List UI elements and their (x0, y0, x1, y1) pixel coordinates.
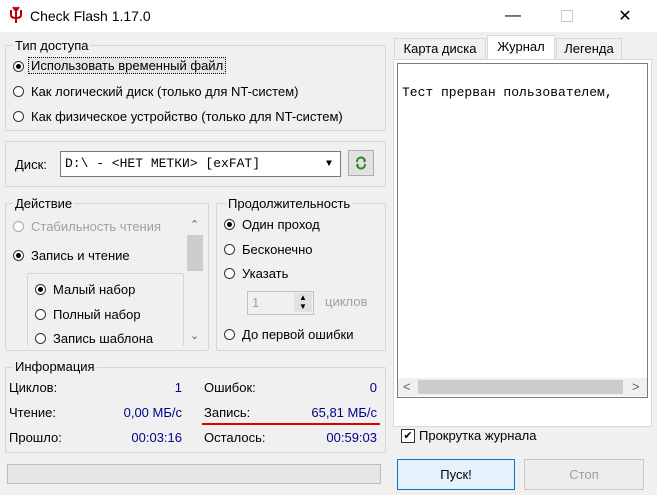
maximize-icon (561, 10, 573, 22)
radio-specify[interactable] (224, 268, 235, 279)
progress-bar (7, 464, 381, 484)
scroll-down-icon[interactable]: ⌄ (190, 329, 199, 342)
log-hscrollbar[interactable]: < > (398, 378, 647, 396)
radio-small-set-label[interactable]: Малый набор (53, 282, 135, 297)
elapsed-time: 00:03:16 (131, 430, 182, 445)
scroll-up-icon[interactable]: ⌃ (190, 218, 199, 231)
disk-select[interactable]: D:\ - <НЕТ МЕТКИ> [exFAT] ▼ (60, 151, 341, 177)
errors-count: 0 (369, 380, 377, 395)
disk-select-value: D:\ - <НЕТ МЕТКИ> [exFAT] (65, 156, 261, 171)
minimize-button[interactable]: — (490, 0, 536, 32)
radio-write-read[interactable] (13, 250, 24, 261)
log-text: Тест прерван пользователем, (402, 85, 613, 100)
action-title: Действие (13, 196, 75, 211)
remaining-label: Осталось: (204, 430, 266, 445)
refresh-button[interactable] (348, 150, 374, 176)
stepper-arrows-icon[interactable]: ▲ ▼ (294, 293, 312, 312)
radio-full-set[interactable] (35, 309, 46, 320)
read-label: Чтение: (9, 405, 56, 420)
radio-infinite[interactable] (224, 244, 235, 255)
radio-until-error-label[interactable]: До первой ошибки (242, 327, 353, 342)
close-button[interactable]: ✕ (602, 0, 648, 32)
radio-one-pass[interactable] (224, 219, 235, 230)
stop-button[interactable]: Стоп (524, 459, 644, 490)
window-title: Check Flash 1.17.0 (30, 8, 151, 24)
chevron-down-icon[interactable]: ▼ (319, 152, 339, 176)
access-type-title: Тип доступа (13, 38, 91, 53)
autoscroll-label[interactable]: Прокрутка журнала (419, 428, 537, 443)
scroll-right-icon[interactable]: > (632, 379, 640, 394)
tab-legend[interactable]: Легенда (556, 38, 622, 59)
radio-small-set[interactable] (35, 284, 46, 295)
radio-temp-file[interactable] (13, 61, 24, 72)
scroll-left-icon[interactable]: < (403, 379, 411, 394)
hscrollbar-thumb[interactable] (418, 380, 623, 394)
radio-physical-device[interactable] (13, 111, 24, 122)
cycles-label: Циклов: (9, 380, 58, 395)
autoscroll-checkbox[interactable]: ✔ (401, 429, 415, 443)
radio-write-read-label[interactable]: Запись и чтение (31, 248, 130, 263)
radio-one-pass-label[interactable]: Один проход (242, 217, 320, 232)
start-button[interactable]: Пуск! (397, 459, 515, 490)
close-icon: ✕ (618, 8, 632, 25)
log-textarea[interactable]: Тест прерван пользователем, < > (397, 63, 648, 398)
cycles-count: 1 (174, 380, 182, 395)
write-speed: 65,81 МБ/с (311, 405, 377, 420)
write-speed-underline (202, 423, 380, 425)
radio-read-stability[interactable] (13, 221, 24, 232)
cycles-value: 1 (252, 295, 260, 310)
radio-infinite-label[interactable]: Бесконечно (242, 242, 312, 257)
tab-log[interactable]: Журнал (487, 35, 555, 60)
write-label: Запись: (204, 405, 251, 420)
cycles-stepper[interactable]: 1 ▲ ▼ (247, 291, 314, 315)
radio-logical-disk-label[interactable]: Как логический диск (только для NT-систе… (31, 84, 298, 99)
radio-until-error[interactable] (224, 329, 235, 340)
maximize-button[interactable] (544, 0, 590, 32)
radio-logical-disk[interactable] (13, 86, 24, 97)
radio-physical-device-label[interactable]: Как физическое устройство (только для NT… (31, 109, 343, 124)
duration-title: Продолжительность (226, 196, 353, 211)
errors-label: Ошибок: (204, 380, 256, 395)
refresh-icon (356, 156, 366, 170)
radio-specify-label[interactable]: Указать (242, 266, 288, 281)
minimize-icon: — (505, 7, 521, 24)
radio-write-pattern-label[interactable]: Запись шаблона (53, 331, 153, 346)
radio-full-set-label[interactable]: Полный набор (53, 307, 141, 322)
radio-read-stability-label[interactable]: Стабильность чтения (31, 219, 161, 234)
radio-write-pattern[interactable] (35, 333, 46, 344)
app-logo-icon (10, 6, 22, 23)
info-title: Информация (13, 359, 97, 374)
tab-disk-map[interactable]: Карта диска (394, 38, 486, 59)
remaining-time: 00:59:03 (326, 430, 377, 445)
elapsed-label: Прошло: (9, 430, 62, 445)
disk-label: Диск: (15, 157, 47, 172)
scrollbar-thumb[interactable] (187, 235, 203, 271)
read-speed: 0,00 МБ/с (123, 405, 182, 420)
action-scrollbar[interactable]: ⌃ ⌄ (186, 213, 204, 347)
cycles-unit: циклов (325, 294, 368, 309)
radio-temp-file-label[interactable]: Использовать временный файл (27, 57, 227, 74)
